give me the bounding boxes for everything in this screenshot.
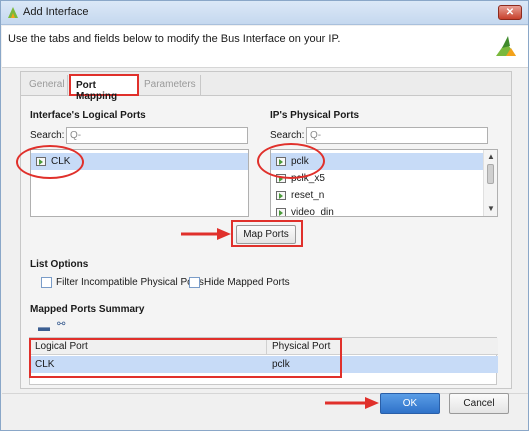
list-item[interactable]: reset_n	[271, 187, 483, 204]
chevron-up-icon[interactable]: ▲	[486, 152, 496, 162]
annotation-ellipse-pclk	[257, 143, 325, 179]
port-icon	[276, 208, 286, 216]
hide-mapped-checkbox[interactable]	[189, 277, 200, 288]
annotation-box-map-ports	[231, 220, 303, 247]
scroll-thumb[interactable]	[487, 164, 494, 184]
chevron-down-icon[interactable]: ▼	[486, 204, 496, 214]
physical-port-label: video_din	[291, 207, 334, 217]
tab-general[interactable]: General	[24, 75, 68, 95]
ok-button[interactable]: OK	[380, 393, 440, 414]
header-description: Use the tabs and fields below to modify …	[8, 33, 341, 45]
list-item[interactable]: video_din	[271, 204, 483, 217]
logical-ports-heading: Interface's Logical Ports	[30, 110, 146, 121]
mapped-summary-heading: Mapped Ports Summary	[30, 304, 145, 315]
filter-incompatible-label: Filter Incompatible Physical Ports	[56, 277, 204, 288]
physical-search-label: Search:	[270, 130, 305, 141]
physical-list-scrollbar[interactable]: ▲ ▼	[483, 150, 497, 216]
window-title: Add Interface	[23, 6, 89, 18]
annotation-box-summary	[29, 338, 342, 378]
tab-parameters[interactable]: Parameters	[139, 75, 201, 95]
filter-incompatible-checkbox[interactable]	[41, 277, 52, 288]
logical-search-input[interactable]: Q-	[66, 127, 248, 144]
vivado-icon	[8, 7, 18, 18]
tab-bar: General Port Mapping Parameters	[21, 72, 511, 102]
add-interface-dialog: Add Interface ✕ Use the tabs and fields …	[0, 0, 529, 431]
cancel-button[interactable]: Cancel	[449, 393, 509, 414]
physical-search-input[interactable]: Q-	[306, 127, 488, 144]
title-bar: Add Interface ✕	[1, 1, 528, 25]
dialog-header: Use the tabs and fields below to modify …	[2, 26, 528, 68]
annotation-arrow-ok	[325, 397, 379, 409]
close-button[interactable]: ✕	[498, 5, 522, 20]
logical-search-label: Search:	[30, 130, 65, 141]
tab-port-mapping[interactable]: Port Mapping	[69, 74, 139, 102]
port-icon	[276, 191, 286, 200]
annotation-ellipse-clk	[16, 145, 84, 179]
vivado-logo-icon	[496, 36, 516, 56]
auto-map-icon[interactable]: ⚯	[57, 319, 65, 330]
list-options-heading: List Options	[30, 259, 89, 270]
hide-mapped-label: Hide Mapped Ports	[204, 277, 290, 288]
remove-icon[interactable]: ▬	[38, 320, 50, 334]
physical-port-label: reset_n	[291, 190, 325, 201]
annotation-arrow-map	[181, 228, 231, 240]
physical-ports-heading: IP's Physical Ports	[270, 110, 360, 121]
